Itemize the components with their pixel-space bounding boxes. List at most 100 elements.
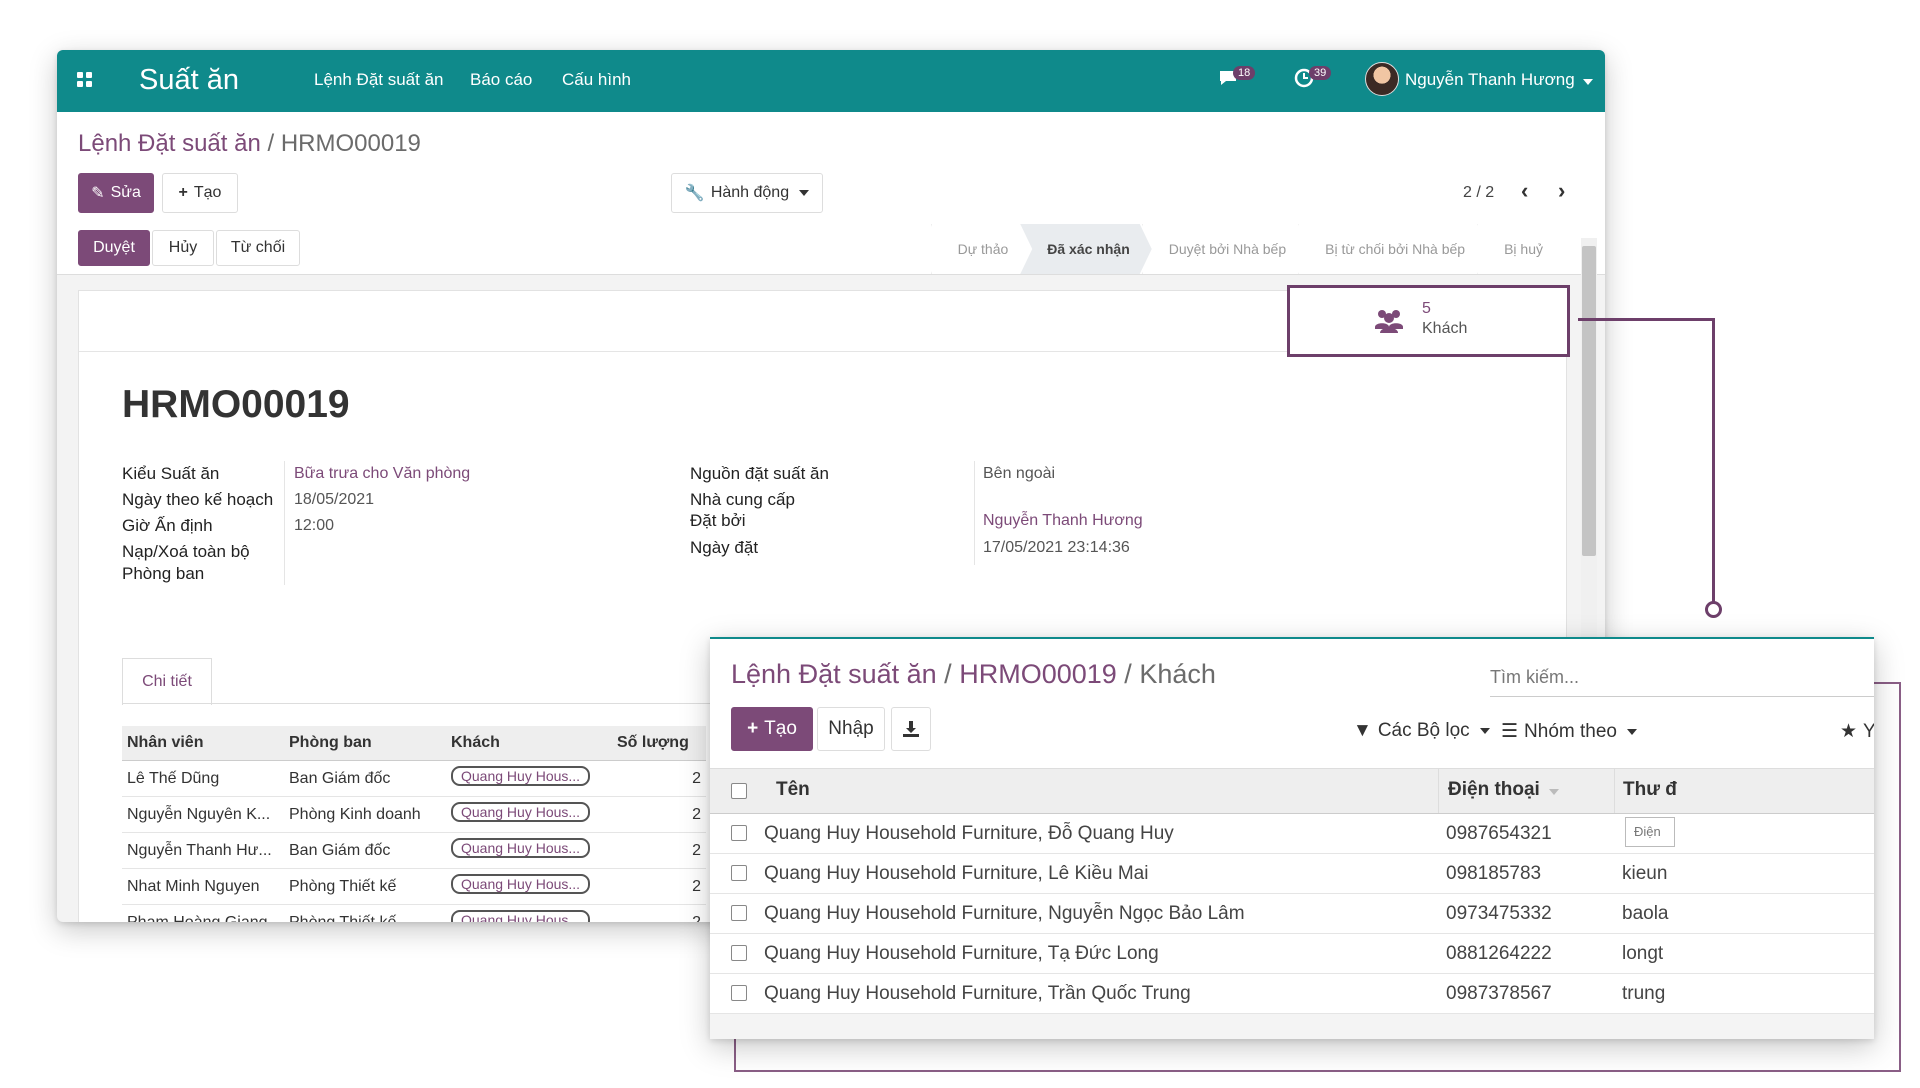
breadcrumb-record[interactable]: HRMO00019 bbox=[959, 659, 1117, 689]
pager-value[interactable]: 2 / 2 bbox=[1463, 184, 1494, 202]
top-navbar: Suất ăn Lệnh Đặt suất ăn Báo cáo Cấu hìn… bbox=[57, 50, 1605, 112]
cell-quantity: 2 bbox=[612, 796, 706, 833]
edit-button[interactable]: ✎ Sửa bbox=[78, 173, 154, 213]
cancel-button[interactable]: Hủy bbox=[152, 230, 214, 266]
guest-phone: 0973475332 bbox=[1446, 903, 1552, 924]
action-dropdown[interactable]: 🔧 Hành động bbox=[671, 173, 823, 213]
table-row[interactable]: Quang Huy Household Furniture, Đỗ Quang … bbox=[710, 813, 1874, 854]
row-checkbox[interactable] bbox=[731, 825, 747, 841]
row-checkbox[interactable] bbox=[731, 865, 747, 881]
row-checkbox[interactable] bbox=[731, 945, 747, 961]
col-phone[interactable]: Điện thoại bbox=[1448, 779, 1560, 801]
tab-details[interactable]: Chi tiết bbox=[122, 658, 212, 705]
connector-line bbox=[1578, 318, 1714, 321]
guest-email: kieun bbox=[1622, 863, 1668, 884]
guest-phone: 0987378567 bbox=[1446, 983, 1552, 1004]
col-email[interactable]: Thư đ bbox=[1623, 779, 1677, 801]
groupby-dropdown[interactable]: ☰ Nhóm theo bbox=[1501, 720, 1637, 743]
filters-dropdown[interactable]: ▼ Các Bộ lọc bbox=[1353, 720, 1490, 742]
guest-tag[interactable]: Quang Huy Hous... bbox=[451, 802, 591, 822]
cell-guest: Quang Huy Hous... bbox=[446, 832, 612, 869]
breadcrumb-separator: / bbox=[944, 659, 952, 689]
plus-icon: + bbox=[747, 718, 759, 739]
stage-kitchen-refused[interactable]: Bị từ chối bởi Nhà bếp bbox=[1298, 224, 1487, 274]
chevron-down-icon bbox=[799, 190, 810, 196]
table-row[interactable]: Nhat Minh Nguyen Phòng Thiết kế Quang Hu… bbox=[122, 868, 706, 905]
col-department[interactable]: Phòng ban bbox=[284, 726, 446, 761]
field-separator bbox=[284, 461, 285, 585]
planned-date-value: 18/05/2021 bbox=[294, 491, 375, 508]
app-title[interactable]: Suất ăn bbox=[139, 64, 239, 97]
menu-reports[interactable]: Báo cáo bbox=[470, 70, 532, 90]
stage-confirmed[interactable]: Đã xác nhận bbox=[1020, 224, 1151, 274]
col-employee[interactable]: Nhân viên bbox=[122, 726, 284, 761]
guests-breadcrumb: Lệnh Đặt suất ăn / HRMO00019 / Khách bbox=[731, 659, 1216, 690]
row-checkbox[interactable] bbox=[731, 985, 747, 1001]
col-name[interactable]: Tên bbox=[776, 779, 810, 801]
select-all-checkbox[interactable] bbox=[731, 783, 747, 799]
download-button[interactable] bbox=[891, 707, 931, 751]
apps-grid-icon[interactable] bbox=[77, 72, 93, 88]
user-menu[interactable]: Nguyễn Thanh Hương bbox=[1405, 70, 1594, 90]
table-row[interactable]: Quang Huy Household Furniture, Lê Kiều M… bbox=[710, 853, 1874, 894]
guest-tag[interactable]: Quang Huy Hous... bbox=[451, 910, 591, 922]
fixed-time-value: 12:00 bbox=[294, 517, 335, 534]
breadcrumb-parent[interactable]: Lệnh Đặt suất ăn bbox=[78, 130, 261, 157]
breadcrumb-orders[interactable]: Lệnh Đặt suất ăn bbox=[731, 659, 937, 689]
guest-tag[interactable]: Quang Huy Hous... bbox=[451, 874, 591, 894]
order-date-label: Ngày đặt bbox=[690, 538, 759, 557]
table-row[interactable]: Nguyễn Nguyên K... Phòng Kinh doanh Quan… bbox=[122, 796, 706, 833]
table-row[interactable]: Pham Hoàng Giang Phòng Thiết kế Quang Hu… bbox=[122, 904, 706, 922]
scrollbar-thumb[interactable] bbox=[1582, 246, 1596, 556]
create-button[interactable]: + Tạo bbox=[162, 173, 238, 213]
table-row[interactable]: Lê Thế Dũng Ban Giám đốc Quang Huy Hous.… bbox=[122, 760, 706, 797]
import-button[interactable]: Nhập bbox=[817, 707, 885, 751]
guest-tag[interactable]: Quang Huy Hous... bbox=[451, 766, 591, 786]
stage-draft[interactable]: Dự thảo bbox=[931, 224, 1031, 274]
approve-button[interactable]: Duyệt bbox=[78, 230, 150, 266]
favorites-label: Y bbox=[1863, 721, 1874, 743]
column-divider bbox=[1438, 769, 1439, 813]
list-icon: ☰ bbox=[1501, 721, 1519, 742]
cell-employee: Nguyễn Nguyên K... bbox=[122, 796, 284, 833]
pager-prev-icon[interactable]: ‹ bbox=[1521, 178, 1528, 204]
table-row[interactable]: Quang Huy Household Furniture, Trần Quốc… bbox=[710, 973, 1874, 1014]
wrench-icon: 🔧 bbox=[684, 185, 705, 202]
favorites-dropdown[interactable]: ★Y bbox=[1840, 720, 1874, 743]
stage-cancelled[interactable]: Bị huỷ bbox=[1477, 224, 1565, 274]
guest-create-button[interactable]: + Tạo bbox=[731, 707, 813, 751]
table-row[interactable]: Quang Huy Household Furniture, Nguyễn Ng… bbox=[710, 893, 1874, 934]
meal-type-value[interactable]: Bữa trưa cho Văn phòng bbox=[294, 465, 470, 483]
cell-department: Ban Giám đốc bbox=[284, 832, 446, 869]
menu-config[interactable]: Cấu hình bbox=[562, 70, 631, 90]
create-label: Tạo bbox=[193, 184, 222, 201]
guest-phone: 098185783 bbox=[1446, 863, 1542, 884]
col-quantity[interactable]: Số lượng bbox=[612, 726, 706, 761]
stage-kitchen-approved[interactable]: Duyệt bởi Nhà bếp bbox=[1142, 224, 1308, 274]
department-label: Phòng ban bbox=[122, 564, 205, 583]
guest-name: Quang Huy Household Furniture, Lê Kiều M… bbox=[764, 863, 1149, 884]
load-clear-all-label: Nạp/Xoá toàn bộ bbox=[122, 542, 250, 561]
cell-guest: Quang Huy Hous... bbox=[446, 760, 612, 797]
col-guest[interactable]: Khách bbox=[446, 726, 612, 761]
pager-next-icon[interactable]: › bbox=[1558, 178, 1565, 204]
guests-smart-button[interactable]: 5 Khách bbox=[1287, 285, 1570, 357]
groupby-label: Nhóm theo bbox=[1524, 720, 1617, 742]
guests-list-window: Lệnh Đặt suất ăn / HRMO00019 / Khách Tìm… bbox=[710, 637, 1874, 1039]
ordered-by-value[interactable]: Nguyễn Thanh Hương bbox=[983, 512, 1143, 530]
row-checkbox[interactable] bbox=[731, 905, 747, 921]
breadcrumb-separator: / bbox=[267, 130, 275, 157]
user-avatar[interactable] bbox=[1365, 62, 1399, 96]
connector-dot bbox=[1705, 601, 1722, 618]
refuse-button[interactable]: Từ chối bbox=[216, 230, 300, 266]
guest-tag[interactable]: Quang Huy Hous... bbox=[451, 838, 591, 858]
chevron-down-icon bbox=[1583, 79, 1594, 85]
guest-email: longt bbox=[1622, 943, 1664, 964]
sort-caret-icon bbox=[1549, 789, 1560, 795]
search-input[interactable]: Tìm kiếm... bbox=[1490, 661, 1874, 697]
ordered-by-label: Đặt bởi bbox=[690, 511, 746, 530]
cell-department: Phòng Thiết kế bbox=[284, 868, 446, 905]
table-row[interactable]: Nguyễn Thanh Hư... Ban Giám đốc Quang Hu… bbox=[122, 832, 706, 869]
table-row[interactable]: Quang Huy Household Furniture, Tạ Đức Lo… bbox=[710, 933, 1874, 974]
menu-orders[interactable]: Lệnh Đặt suất ăn bbox=[314, 70, 443, 90]
